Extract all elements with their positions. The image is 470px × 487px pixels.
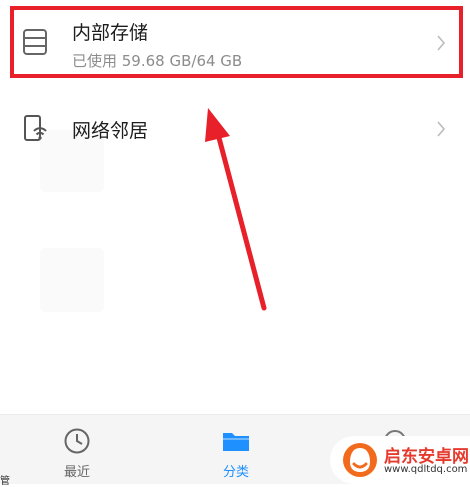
tab-category[interactable]: 分类 [186, 415, 286, 485]
tab-category-label: 分类 [222, 465, 249, 480]
tab-recent[interactable]: 最近 [27, 415, 127, 485]
watermark-url: www.qdltdq.com [384, 464, 468, 475]
chevron-right-icon [436, 120, 446, 138]
background-placeholder [40, 248, 104, 312]
site-watermark: 启东安卓网 www.qdltdq.com [330, 436, 470, 484]
network-neighbor-icon [22, 114, 48, 142]
network-neighbor-title: 网络邻居 [72, 120, 149, 142]
watermark-logo-icon [342, 442, 378, 478]
internal-storage-item[interactable]: 内部存储 已使用 59.68 GB/64 GB [0, 0, 470, 84]
network-neighbor-item[interactable]: 网络邻居 [0, 100, 470, 160]
folder-icon [222, 427, 250, 455]
cropped-edge-text: 管 [0, 476, 10, 487]
clock-icon [63, 427, 91, 455]
highlight-box [10, 6, 463, 78]
tab-recent-label: 最近 [63, 465, 90, 480]
